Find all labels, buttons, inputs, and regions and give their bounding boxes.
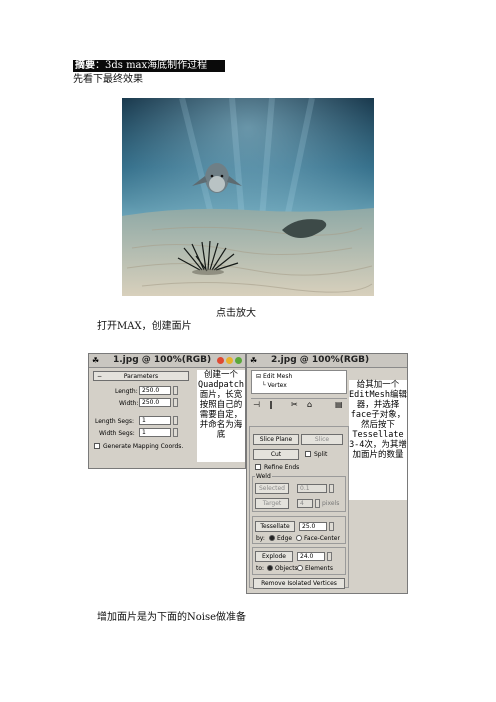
window-1-title: 1.jpg @ 100%(RGB) (113, 355, 212, 365)
length-segs-label: Length Segs: (95, 418, 135, 425)
configure-sets-icon[interactable]: ▤ (335, 400, 343, 409)
intro-text: 先看下最终效果 (73, 74, 143, 85)
edge-radio[interactable] (269, 535, 275, 541)
tessellate-button[interactable]: Tessellate (255, 521, 295, 532)
max-logo-icon: ☘ (250, 356, 258, 365)
width-segs-label: Width Segs: (99, 430, 135, 437)
length-segs-spinner[interactable] (173, 416, 178, 425)
length-segs-field[interactable]: 1 (139, 416, 171, 425)
show-end-result-icon[interactable]: ‖ (269, 400, 273, 409)
pin-stack-icon[interactable]: ⊣ (253, 400, 260, 409)
remove-isolated-vertices-button[interactable]: Remove Isolated Vertices (253, 578, 345, 589)
elements-label: Elements (305, 565, 333, 572)
window-2: ☘ 2.jpg @ 100%(RGB) ⊟ Edit Mesh └ Vertex… (246, 353, 408, 594)
maximize-icon[interactable] (235, 357, 242, 364)
explode-angle-field[interactable]: 24.0 (297, 552, 325, 561)
step2-text: 增加面片是为下面的Noise做准备 (97, 612, 247, 623)
parameters-panel: − Parameters Length: 250.0 Width: 250.0 L… (89, 368, 195, 468)
final-render-image[interactable] (122, 98, 374, 296)
elements-radio[interactable] (297, 565, 303, 571)
split-checkbox[interactable] (305, 451, 311, 457)
edge-label: Edge (277, 535, 293, 542)
parameters-rollout[interactable]: − Parameters (93, 371, 189, 381)
summary-title: ：3ds max海底制作过程 (95, 60, 208, 71)
objects-radio[interactable] (267, 565, 273, 571)
window-2-titlebar: ☘ 2.jpg @ 100%(RGB) (247, 354, 407, 368)
note-edit-mesh-tessellate: 给其加一个EditMesh编辑器，并选择face子对象，然后按下Tessella… (349, 380, 407, 500)
modifier-stack[interactable]: ⊟ Edit Mesh └ Vertex (251, 370, 347, 394)
refine-ends-checkbox[interactable] (255, 464, 261, 470)
summary-label: 摘要 (75, 60, 95, 71)
minimize-icon[interactable] (226, 357, 233, 364)
remove-modifier-icon[interactable]: ⌂ (307, 400, 312, 409)
weld-threshold-spinner[interactable] (329, 484, 334, 493)
step1-text: 打开MAX，创建面片 (97, 321, 192, 332)
width-spinner[interactable] (173, 398, 178, 407)
split-label: Split (314, 451, 328, 458)
window-1-titlebar: ☘ 1.jpg @ 100%(RGB) (89, 354, 245, 368)
zoom-caption[interactable]: 点击放大 (216, 308, 256, 320)
explode-spinner[interactable] (327, 552, 332, 561)
face-center-label: Face-Center (304, 535, 340, 542)
tessellate-spinner[interactable] (329, 522, 334, 531)
close-icon[interactable] (217, 357, 224, 364)
length-label: Length: (115, 388, 138, 395)
window-1: ☘ 1.jpg @ 100%(RGB) − Parameters Length: … (88, 353, 246, 469)
weld-target-button[interactable]: Target (255, 498, 289, 509)
weld-label: Weld (255, 473, 272, 480)
weld-target-spinner[interactable] (315, 499, 320, 508)
cut-button[interactable]: Cut (253, 449, 299, 460)
underwater-scene (122, 98, 374, 296)
width-segs-spinner[interactable] (173, 428, 178, 437)
weld-threshold-field[interactable]: 0.1 (297, 484, 327, 493)
slice-plane-button[interactable]: Slice Plane (253, 434, 299, 445)
explode-button[interactable]: Explode (255, 551, 293, 562)
pixels-label: pixels (322, 500, 340, 507)
note-create-quadpatch: 创建一个Quadpatch面片，长宽按照自己的需要自定，并命名为海底 (197, 370, 245, 462)
max-logo-icon: ☘ (92, 356, 100, 365)
length-field[interactable]: 250.0 (139, 386, 171, 395)
weld-target-field[interactable]: 4 (297, 499, 313, 508)
length-spinner[interactable] (173, 386, 178, 395)
generate-mapping-checkbox[interactable] (94, 443, 100, 449)
refine-ends-label: Refine Ends (264, 464, 300, 471)
generate-mapping-label: Generate Mapping Coords. (103, 443, 184, 450)
objects-label: Objects (275, 565, 298, 572)
window-2-title: 2.jpg @ 100%(RGB) (271, 355, 370, 365)
tessellate-tension-field[interactable]: 25.0 (299, 522, 327, 531)
weld-selected-button[interactable]: Selected (255, 483, 289, 494)
stack-item-vertex[interactable]: └ Vertex (262, 382, 287, 389)
width-label: Width: (119, 400, 139, 407)
width-segs-field[interactable]: 1 (139, 428, 171, 437)
slice-button[interactable]: Slice (301, 434, 343, 445)
width-field[interactable]: 250.0 (139, 398, 171, 407)
face-center-radio[interactable] (296, 535, 302, 541)
by-label: by: (256, 535, 265, 542)
stack-toolbar: ⊣ ‖ ✂ ⌂ ▤ (251, 398, 347, 411)
make-unique-icon[interactable]: ✂ (291, 400, 298, 409)
summary-header: 摘要：3ds max海底制作过程 (73, 60, 225, 72)
stack-item-edit-mesh[interactable]: ⊟ Edit Mesh (256, 373, 292, 380)
to-label: to: (256, 565, 265, 572)
